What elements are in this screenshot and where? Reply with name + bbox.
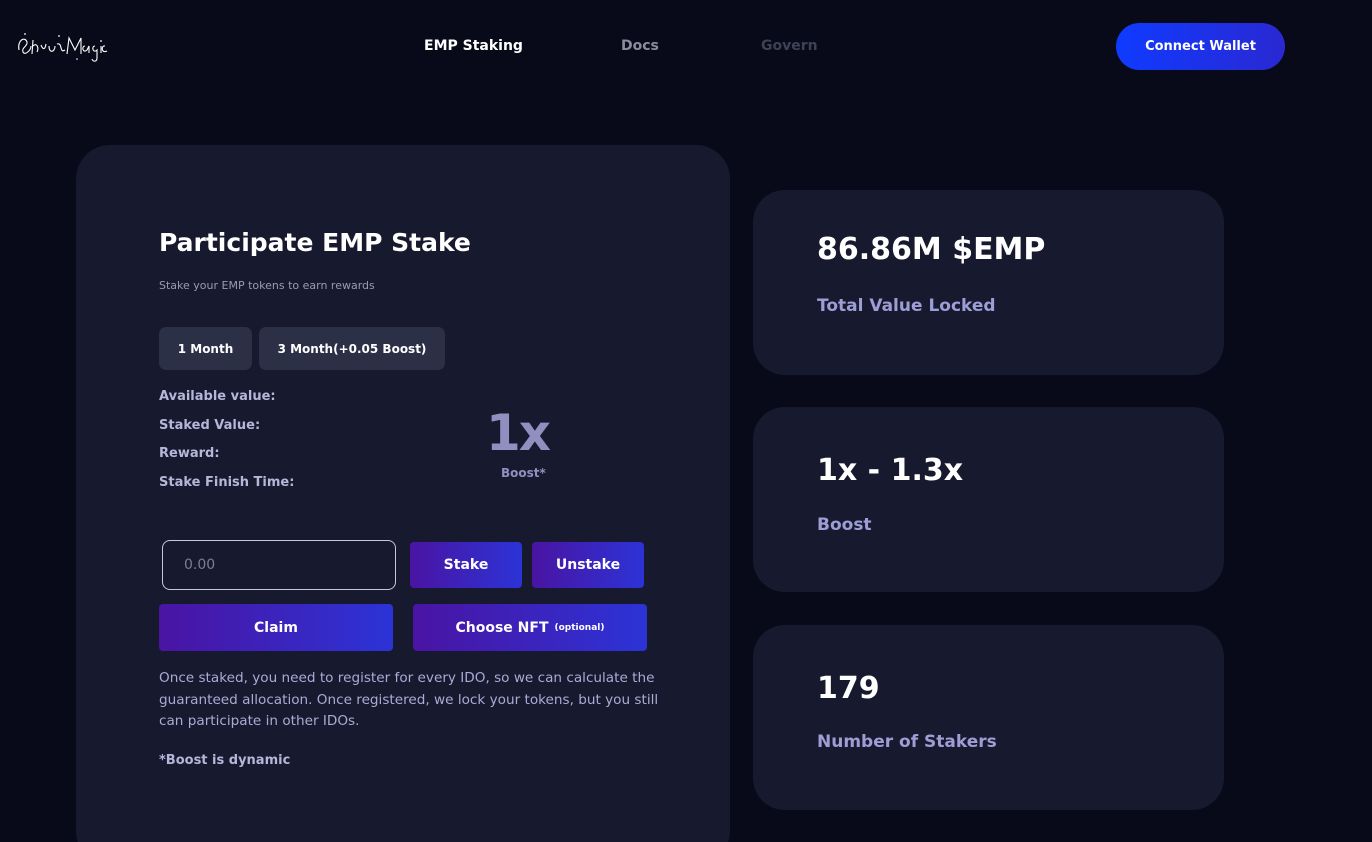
stake-panel-title: Participate EMP Stake (159, 228, 471, 257)
boost-range-value: 1x - 1.3x (817, 453, 964, 488)
choose-nft-button[interactable]: Choose NFT (optional) (413, 604, 647, 651)
stake-panel-subtitle: Stake your EMP tokens to earn rewards (159, 279, 375, 292)
available-value-label: Available value: (159, 389, 276, 404)
total-value-locked-card: 86.86M $EMP Total Value Locked (753, 190, 1224, 375)
total-value-locked-label: Total Value Locked (817, 296, 996, 316)
boost-range-card: 1x - 1.3x Boost (753, 407, 1224, 592)
total-value-locked-value: 86.86M $EMP (817, 232, 1046, 267)
staking-page: EMP Staking Docs Govern Connect Wallet P… (0, 0, 1372, 842)
stake-button[interactable]: Stake (410, 542, 522, 588)
unstake-button[interactable]: Unstake (532, 542, 644, 588)
nav-emp-staking[interactable]: EMP Staking (424, 38, 523, 54)
connect-wallet-button[interactable]: Connect Wallet (1116, 23, 1285, 70)
boost-multiplier-value: 1x (486, 404, 551, 462)
choose-nft-label: Choose NFT (455, 619, 549, 636)
stake-amount-input[interactable] (162, 540, 396, 590)
elvish-magic-logo[interactable] (15, 28, 111, 64)
nav-govern: Govern (761, 38, 818, 54)
boost-multiplier-caption: Boost* (501, 466, 546, 480)
nav-docs[interactable]: Docs (621, 38, 659, 54)
reward-label: Reward: (159, 446, 220, 461)
logo-script-mark (18, 33, 108, 62)
choose-nft-optional-note: (optional) (554, 622, 605, 633)
number-of-stakers-card: 179 Number of Stakers (753, 625, 1224, 810)
boost-range-label: Boost (817, 515, 872, 535)
boost-dynamic-note: *Boost is dynamic (159, 753, 291, 768)
number-of-stakers-label: Number of Stakers (817, 732, 997, 752)
stake-finish-time-label: Stake Finish Time: (159, 475, 295, 490)
period-3-month-button[interactable]: 3 Month(+0.05 Boost) (259, 327, 445, 370)
number-of-stakers-value: 179 (817, 671, 880, 706)
staked-value-label: Staked Value: (159, 418, 261, 433)
period-1-month-button[interactable]: 1 Month (159, 327, 252, 370)
claim-button[interactable]: Claim (159, 604, 393, 651)
register-ido-note: Once staked, you need to register for ev… (159, 670, 659, 729)
